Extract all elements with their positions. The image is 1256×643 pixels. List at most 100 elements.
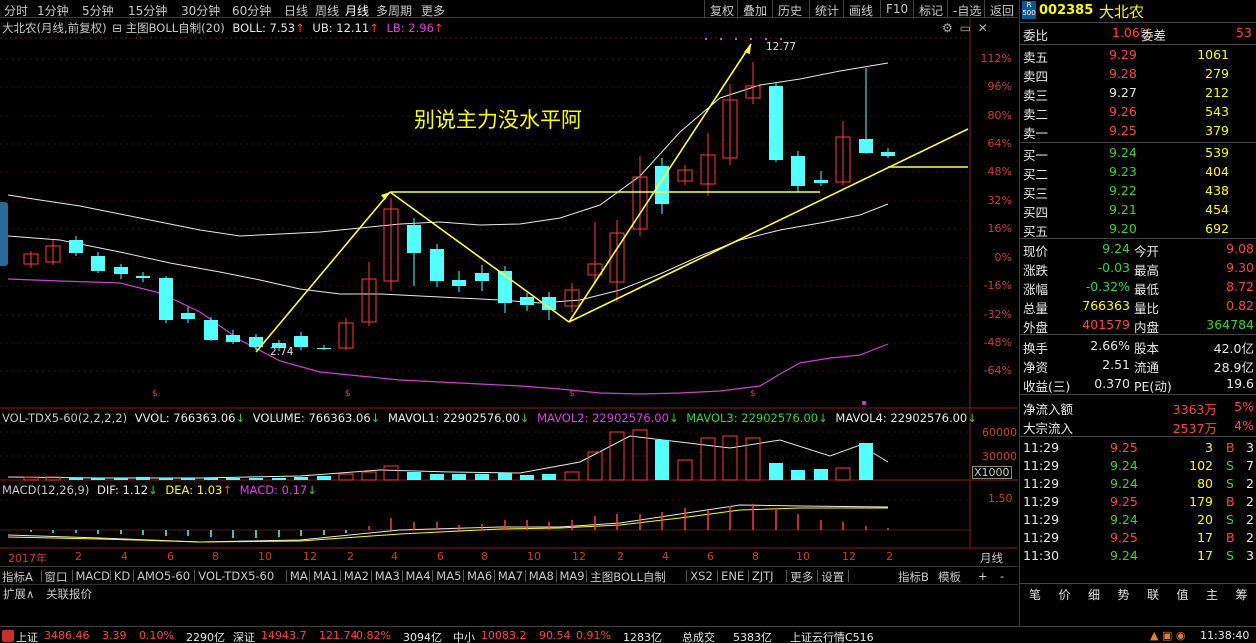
x-tick: 2 [617, 550, 624, 563]
expand-button[interactable]: 扩展∧ [3, 586, 34, 602]
close-panel-icon[interactable]: ✕ [978, 21, 988, 35]
feed-label[interactable]: 上证云行情C516 [790, 629, 874, 643]
y-tick: -16% [983, 279, 1012, 292]
boll-lower-band [7, 278, 889, 395]
ask-volume: 379 [1205, 123, 1229, 138]
mavol-line [7, 435, 889, 479]
candle-body [317, 348, 331, 349]
quote-tab[interactable]: 主 [1206, 586, 1218, 603]
tab-indicator[interactable]: MA4 [406, 569, 431, 583]
ask-row[interactable]: 卖三 9.27 212 [1020, 84, 1256, 103]
tab-indicator[interactable]: MA3 [375, 569, 400, 583]
tab-indicator[interactable]: ENE [721, 569, 744, 583]
stock-badge: R 500 [1022, 1, 1036, 19]
ask-row[interactable]: 卖五 9.29 1061 [1020, 46, 1256, 65]
tab-indicator[interactable]: MA5 [436, 569, 461, 583]
tab-indicator[interactable]: MA1 [313, 569, 338, 583]
indicator-expand-icon[interactable]: ⊟ [112, 21, 122, 35]
status-icons[interactable]: ▲ ▣ ◉ [1150, 629, 1185, 642]
y-tick: 16% [987, 222, 1012, 235]
ask-row[interactable]: 卖一 9.25 379 [1020, 122, 1256, 141]
index-name[interactable]: 深证 [233, 629, 255, 643]
boll-arrow-icon: ↑ [295, 21, 305, 35]
x-tick: 10 [527, 550, 541, 563]
tab-indicator[interactable]: 更多 [790, 569, 813, 585]
bid-row[interactable]: 买五 9.20 692 [1020, 220, 1256, 239]
tab-right[interactable]: - [1000, 569, 1004, 583]
ask-row[interactable]: 卖二 9.26 543 [1020, 103, 1256, 122]
stock-name: 大北农 [1099, 3, 1145, 21]
tab-divider [432, 570, 434, 582]
kline-chart[interactable]: $ $ $ $ [0, 0, 1018, 566]
macd-header: MACD(12,26,9) DIF: 1.12↓ DEA: 1.03↑ MACD… [2, 483, 317, 497]
vol-indicator-name[interactable]: VOL-TDX5-60(2,2,2,2) [2, 411, 127, 425]
bid-row[interactable]: 买四 9.21 454 [1020, 201, 1256, 220]
main-indicator-name[interactable]: 主图BOLL自制(20) [126, 21, 225, 35]
tick-volume: 179 [1189, 494, 1213, 509]
ask-row[interactable]: 卖四 9.28 279 [1020, 65, 1256, 84]
bid-volume: 692 [1205, 221, 1229, 236]
volume-bar [814, 469, 828, 480]
volume-bar [114, 478, 128, 480]
tab-indicator[interactable]: ZJTJ [752, 569, 774, 583]
index-amount: 2290亿 [186, 631, 225, 643]
candle-body [814, 180, 828, 183]
tick-price: 9.25 [1110, 440, 1138, 455]
signal-dot [862, 401, 866, 405]
tab-indicator[interactable]: MACD [76, 569, 110, 583]
tab-indicator[interactable]: MA9 [560, 569, 585, 583]
index-change: 90.54 [539, 629, 571, 642]
index-amount: 3094亿 [403, 631, 442, 643]
quote-tab[interactable]: 值 [1177, 586, 1189, 603]
settings-icon[interactable]: ⚙ [942, 21, 953, 35]
tab-indicator[interactable]: XS2 [690, 569, 713, 583]
ub-value: UB: 12.11 [312, 21, 370, 35]
high-label: 12.77 [766, 41, 797, 53]
mavol3-value: MAVOL3: 22902576.00 [686, 411, 819, 425]
bid-row[interactable]: 买三 9.22 438 [1020, 182, 1256, 201]
tab-indicator[interactable]: 设置 [821, 569, 844, 585]
quote-tab[interactable]: 势 [1118, 586, 1130, 603]
volume-bar [564, 471, 580, 481]
tick-time: 11:29 [1023, 476, 1060, 491]
stat-value: 19.6 [1226, 376, 1254, 391]
tab-indicator[interactable]: AMO5-60 [137, 569, 190, 583]
total-value: 5383亿 [733, 631, 772, 643]
tab-right[interactable]: + [978, 569, 988, 583]
related-quotes-button[interactable]: 关联报价 [46, 586, 92, 602]
index-name[interactable]: 上证 [16, 629, 38, 643]
tick-time: 11:29 [1023, 440, 1060, 455]
stock-app: 分时 1分钟 5分钟 15分钟 30分钟 60分钟 日线 周线 月线 多周期 更… [0, 0, 1256, 643]
tab-indicator[interactable]: MA2 [344, 569, 369, 583]
tab-indicator[interactable]: MA6 [467, 569, 492, 583]
x-tick: 4 [662, 550, 669, 563]
tab-indicator[interactable]: VOL-TDX5-60 [198, 569, 274, 583]
quote-tab[interactable]: 细 [1088, 586, 1100, 603]
tab-indicator[interactable]: KD [114, 569, 130, 583]
bid-row[interactable]: 买二 9.23 404 [1020, 163, 1256, 182]
tab-indicator[interactable]: MA [290, 569, 308, 583]
quote-tab[interactable]: 价 [1059, 586, 1071, 603]
tab-indicator[interactable]: MA7 [498, 569, 523, 583]
quote-tab[interactable]: 笔 [1029, 586, 1041, 603]
signal-dot [705, 38, 707, 40]
bid-price: 9.22 [1109, 183, 1137, 198]
side-panel-handle[interactable] [0, 202, 8, 266]
tab-indicator[interactable]: 主图BOLL自制 [590, 569, 666, 585]
tab-indicator[interactable]: MA8 [529, 569, 554, 583]
quote-tab[interactable]: 联 [1147, 586, 1159, 603]
tab-right[interactable]: 指标B [898, 569, 929, 585]
tab-indicator[interactable]: 指标A [2, 569, 33, 585]
bid-row[interactable]: 买一 9.24 539 [1020, 144, 1256, 163]
tab-right[interactable]: 模板 [938, 569, 961, 585]
macd-indicator-name[interactable]: MACD(12,26,9) [2, 483, 89, 497]
tab-indicator[interactable]: 窗口 [45, 569, 68, 585]
index-name[interactable]: 中小 [453, 629, 475, 643]
tab-divider [848, 570, 850, 582]
quote-tab[interactable]: 筹 [1236, 586, 1248, 603]
index-percent: 0.91% [576, 629, 611, 642]
candle-body [520, 297, 534, 305]
tab-divider [285, 570, 287, 582]
candle-body [91, 256, 105, 271]
minimize-panel-icon[interactable]: ▭ [960, 21, 971, 35]
